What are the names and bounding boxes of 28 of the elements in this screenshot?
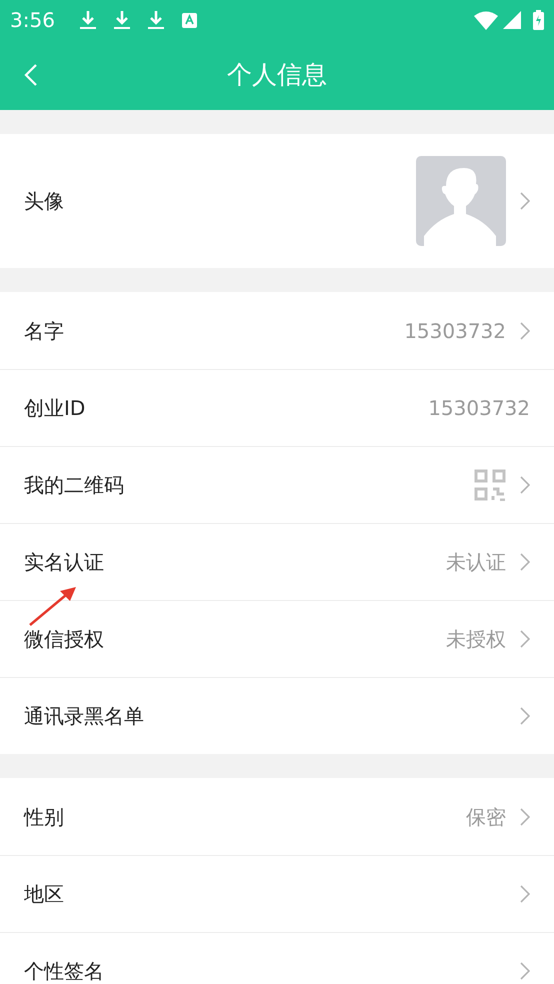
row-value: 15303732 [404,318,506,344]
row-label[interactable]: 创业ID [24,393,428,423]
row-label[interactable]: 地区 [24,879,520,909]
wifi-icon [474,10,498,30]
row-label[interactable]: 头像 [24,186,416,216]
download-icon [80,10,96,30]
signal-icon [503,11,521,29]
row-label[interactable]: 性别 [24,802,466,832]
row-value: 15303732 [428,395,530,422]
row-label[interactable]: 个性签名 [24,956,520,984]
download-icon [148,10,164,30]
back-icon[interactable] [24,63,38,87]
row-value: 保密 [466,804,506,830]
qr-code-icon [474,469,506,501]
row-label[interactable]: 名字 [24,316,404,346]
row-label[interactable]: 我的二维码 [24,470,474,500]
row-label[interactable]: 实名认证 [24,547,446,577]
row-label[interactable]: 通讯录黑名单 [24,701,520,731]
download-icon [114,10,130,30]
row-value: 未认证 [446,549,506,576]
page-title: 个人信息 [227,59,327,92]
row-label[interactable]: 微信授权 [24,624,446,654]
avatar-placeholder-icon [416,156,506,246]
status-time: 3:56 [10,7,55,34]
annotation-arrow [28,585,78,627]
battery-icon [533,10,544,30]
row-value: 未授权 [446,626,506,653]
app-notification-icon [182,12,197,28]
